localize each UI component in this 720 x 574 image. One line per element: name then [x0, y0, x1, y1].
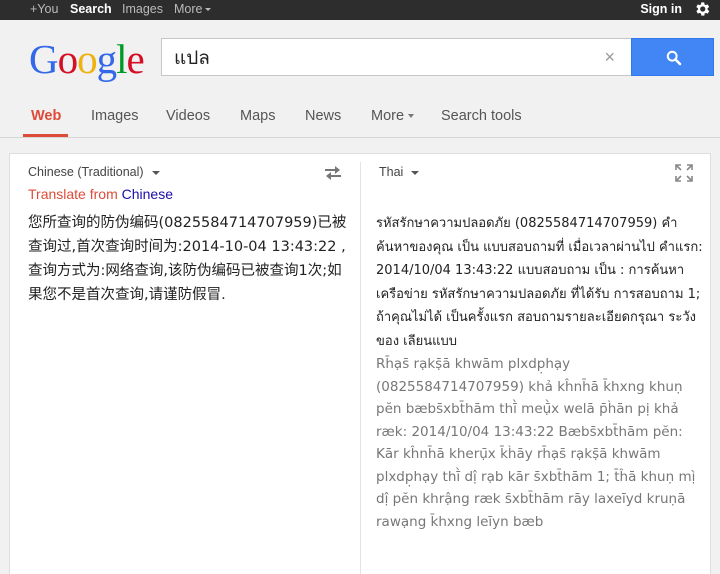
- translated-text[interactable]: รหัสรักษาความปลอดภัย (0825584714707959) …: [376, 212, 706, 353]
- transliteration-text: Rh̄ạs̄ rạkṣ̄ā khwām plxdp̣hạy (082558471…: [376, 356, 696, 530]
- translate-from-suggestion: Translate from Chinese: [28, 186, 173, 203]
- logo-letter: e: [126, 36, 145, 82]
- top-bar: +You Search Images More Sign in: [0, 0, 720, 20]
- topbar-link-search[interactable]: Search: [70, 1, 112, 18]
- source-text[interactable]: 您所查询的防伪编码(0825584714707959)已被查询过,首次查询时间为…: [28, 211, 350, 307]
- target-language-select[interactable]: Thai: [379, 165, 420, 180]
- gear-icon[interactable]: [693, 0, 711, 18]
- search-button[interactable]: [631, 38, 714, 76]
- swap-languages-icon[interactable]: [323, 165, 343, 181]
- chevron-down-icon: [205, 8, 212, 12]
- clear-icon[interactable]: ×: [604, 48, 615, 66]
- tab-search-tools[interactable]: Search tools: [441, 107, 522, 125]
- search-query-text[interactable]: แปล: [174, 47, 210, 69]
- expand-icon[interactable]: [675, 164, 693, 182]
- tab-web[interactable]: Web: [31, 107, 61, 125]
- topbar-more-label: More: [174, 2, 203, 16]
- topbar-link-images[interactable]: Images: [122, 1, 163, 18]
- translate-card: Chinese (Traditional) Thai Translate fro…: [9, 153, 711, 574]
- search-tabs: Web Images Videos Maps News More Search …: [0, 94, 720, 138]
- source-language-select[interactable]: Chinese (Traditional): [28, 165, 160, 180]
- tab-more-label: More: [371, 108, 405, 124]
- google-logo[interactable]: Google: [29, 36, 145, 82]
- topbar-link-you[interactable]: +You: [30, 1, 58, 18]
- chevron-down-icon: [411, 170, 420, 175]
- topbar-link-more[interactable]: More: [174, 1, 212, 18]
- column-divider: [360, 162, 361, 574]
- tab-maps[interactable]: Maps: [240, 107, 275, 125]
- chevron-down-icon: [408, 114, 415, 119]
- source-language-label: Chinese (Traditional): [28, 165, 144, 179]
- search-header: Google แปล ×: [0, 20, 720, 94]
- target-language-label: Thai: [379, 165, 404, 179]
- translate-from-prefix: Translate from: [28, 186, 118, 202]
- tab-videos[interactable]: Videos: [166, 107, 210, 125]
- logo-letter: l: [116, 36, 127, 82]
- tab-images[interactable]: Images: [91, 107, 139, 125]
- logo-letter: G: [29, 36, 59, 82]
- active-tab-indicator: [23, 134, 68, 137]
- search-input[interactable]: แปล ×: [161, 38, 631, 76]
- tab-news[interactable]: News: [305, 107, 341, 125]
- logo-letter: o: [77, 36, 97, 82]
- logo-letter: o: [57, 36, 78, 82]
- tab-more[interactable]: More: [371, 107, 415, 125]
- translate-from-language-link[interactable]: Chinese: [122, 186, 173, 202]
- search-icon: [666, 50, 682, 66]
- chevron-down-icon: [151, 170, 160, 175]
- sign-in-link[interactable]: Sign in: [640, 1, 682, 18]
- logo-letter: g: [96, 36, 117, 82]
